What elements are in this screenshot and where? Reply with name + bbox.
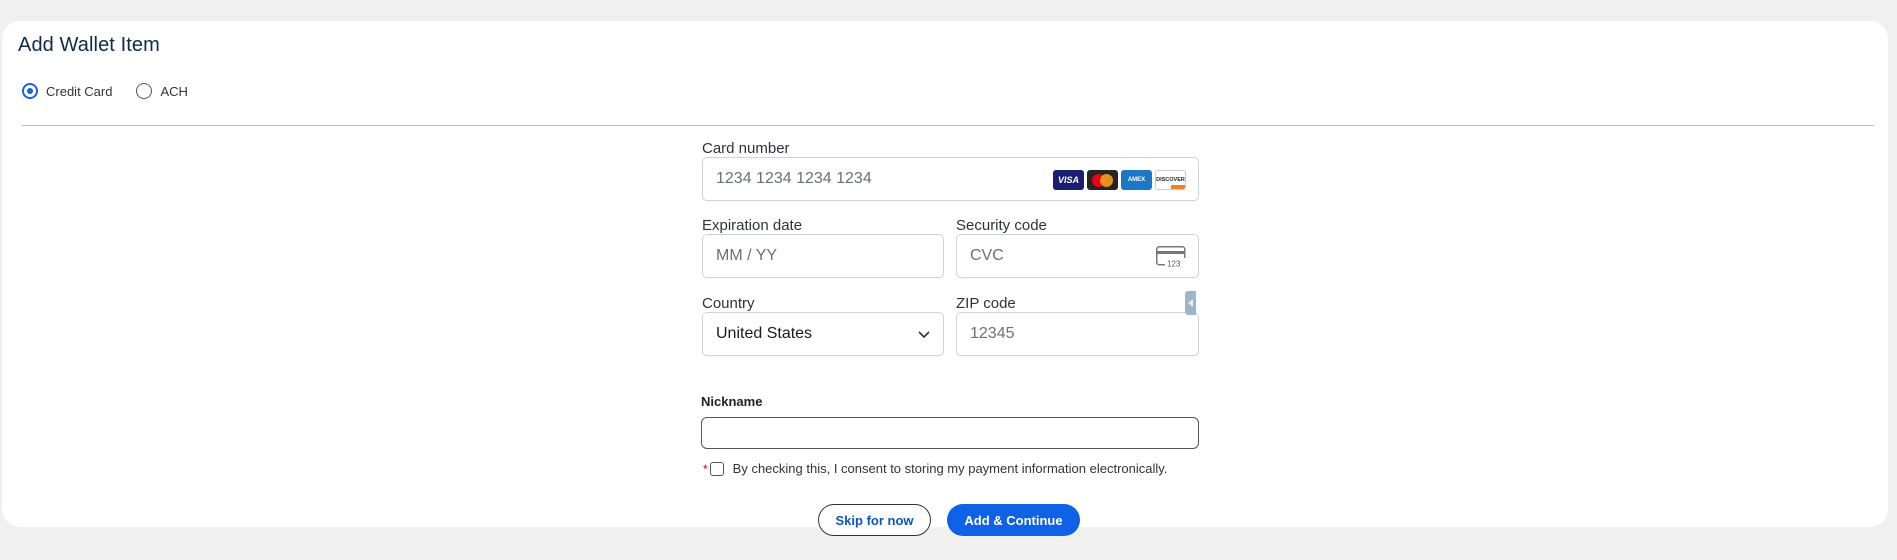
country-label: Country xyxy=(702,295,755,312)
zip-code-placeholder: 12345 xyxy=(970,325,1015,342)
section-divider xyxy=(22,125,1874,126)
expiration-placeholder: MM / YY xyxy=(716,247,778,264)
radio-credit-card-label: Credit Card xyxy=(46,83,113,99)
radio-credit-card[interactable] xyxy=(22,83,38,99)
nickname-input[interactable] xyxy=(701,417,1199,449)
chevron-down-icon xyxy=(918,331,930,339)
zip-code-label: ZIP code xyxy=(956,295,1016,312)
consent-checkbox[interactable] xyxy=(709,461,724,476)
security-code-input[interactable]: CVC 123 xyxy=(956,234,1199,278)
card-brand-icons: VISA AMEX DISCOVER xyxy=(1050,170,1186,190)
zip-code-input[interactable]: 12345 xyxy=(956,312,1199,356)
cvc-icon-text: 123 xyxy=(1167,260,1181,269)
wallet-card: Add Wallet Item Credit Card ACH Card num… xyxy=(2,21,1888,536)
add-and-continue-button[interactable]: Add & Continue xyxy=(947,504,1080,536)
amex-icon: AMEX xyxy=(1121,170,1152,190)
visa-icon: VISA xyxy=(1053,170,1084,190)
card-number-input[interactable]: 1234 1234 1234 1234 VISA AMEX DISCOVER xyxy=(702,157,1199,201)
expiration-label: Expiration date xyxy=(702,217,803,234)
consent-text: By checking this, I consent to storing m… xyxy=(732,461,1168,476)
consent-row: * By checking this, I consent to storing… xyxy=(703,461,1167,476)
cvc-card-icon: 123 xyxy=(1156,246,1186,268)
collapse-tab-handle[interactable] xyxy=(1185,291,1196,315)
card-number-placeholder: 1234 1234 1234 1234 xyxy=(716,170,872,187)
expiration-input[interactable]: MM / YY xyxy=(702,234,944,278)
nickname-label: Nickname xyxy=(701,394,763,409)
discover-icon: DISCOVER xyxy=(1155,170,1186,190)
required-marker: * xyxy=(703,461,708,476)
payment-type-ach[interactable]: ACH xyxy=(136,83,188,99)
radio-ach-label: ACH xyxy=(160,83,188,99)
payment-type-credit-card[interactable]: Credit Card xyxy=(22,83,112,99)
payment-type-group: Credit Card ACH xyxy=(22,83,212,99)
security-code-placeholder: CVC xyxy=(970,247,1004,264)
mastercard-icon xyxy=(1087,170,1118,190)
skip-for-now-button[interactable]: Skip for now xyxy=(818,504,931,536)
card-number-label: Card number xyxy=(702,140,790,157)
security-code-label: Security code xyxy=(956,217,1047,234)
page-title: Add Wallet Item xyxy=(18,34,160,56)
country-select[interactable]: United States xyxy=(702,312,944,356)
radio-ach[interactable] xyxy=(136,83,153,99)
country-value: United States xyxy=(716,325,813,342)
